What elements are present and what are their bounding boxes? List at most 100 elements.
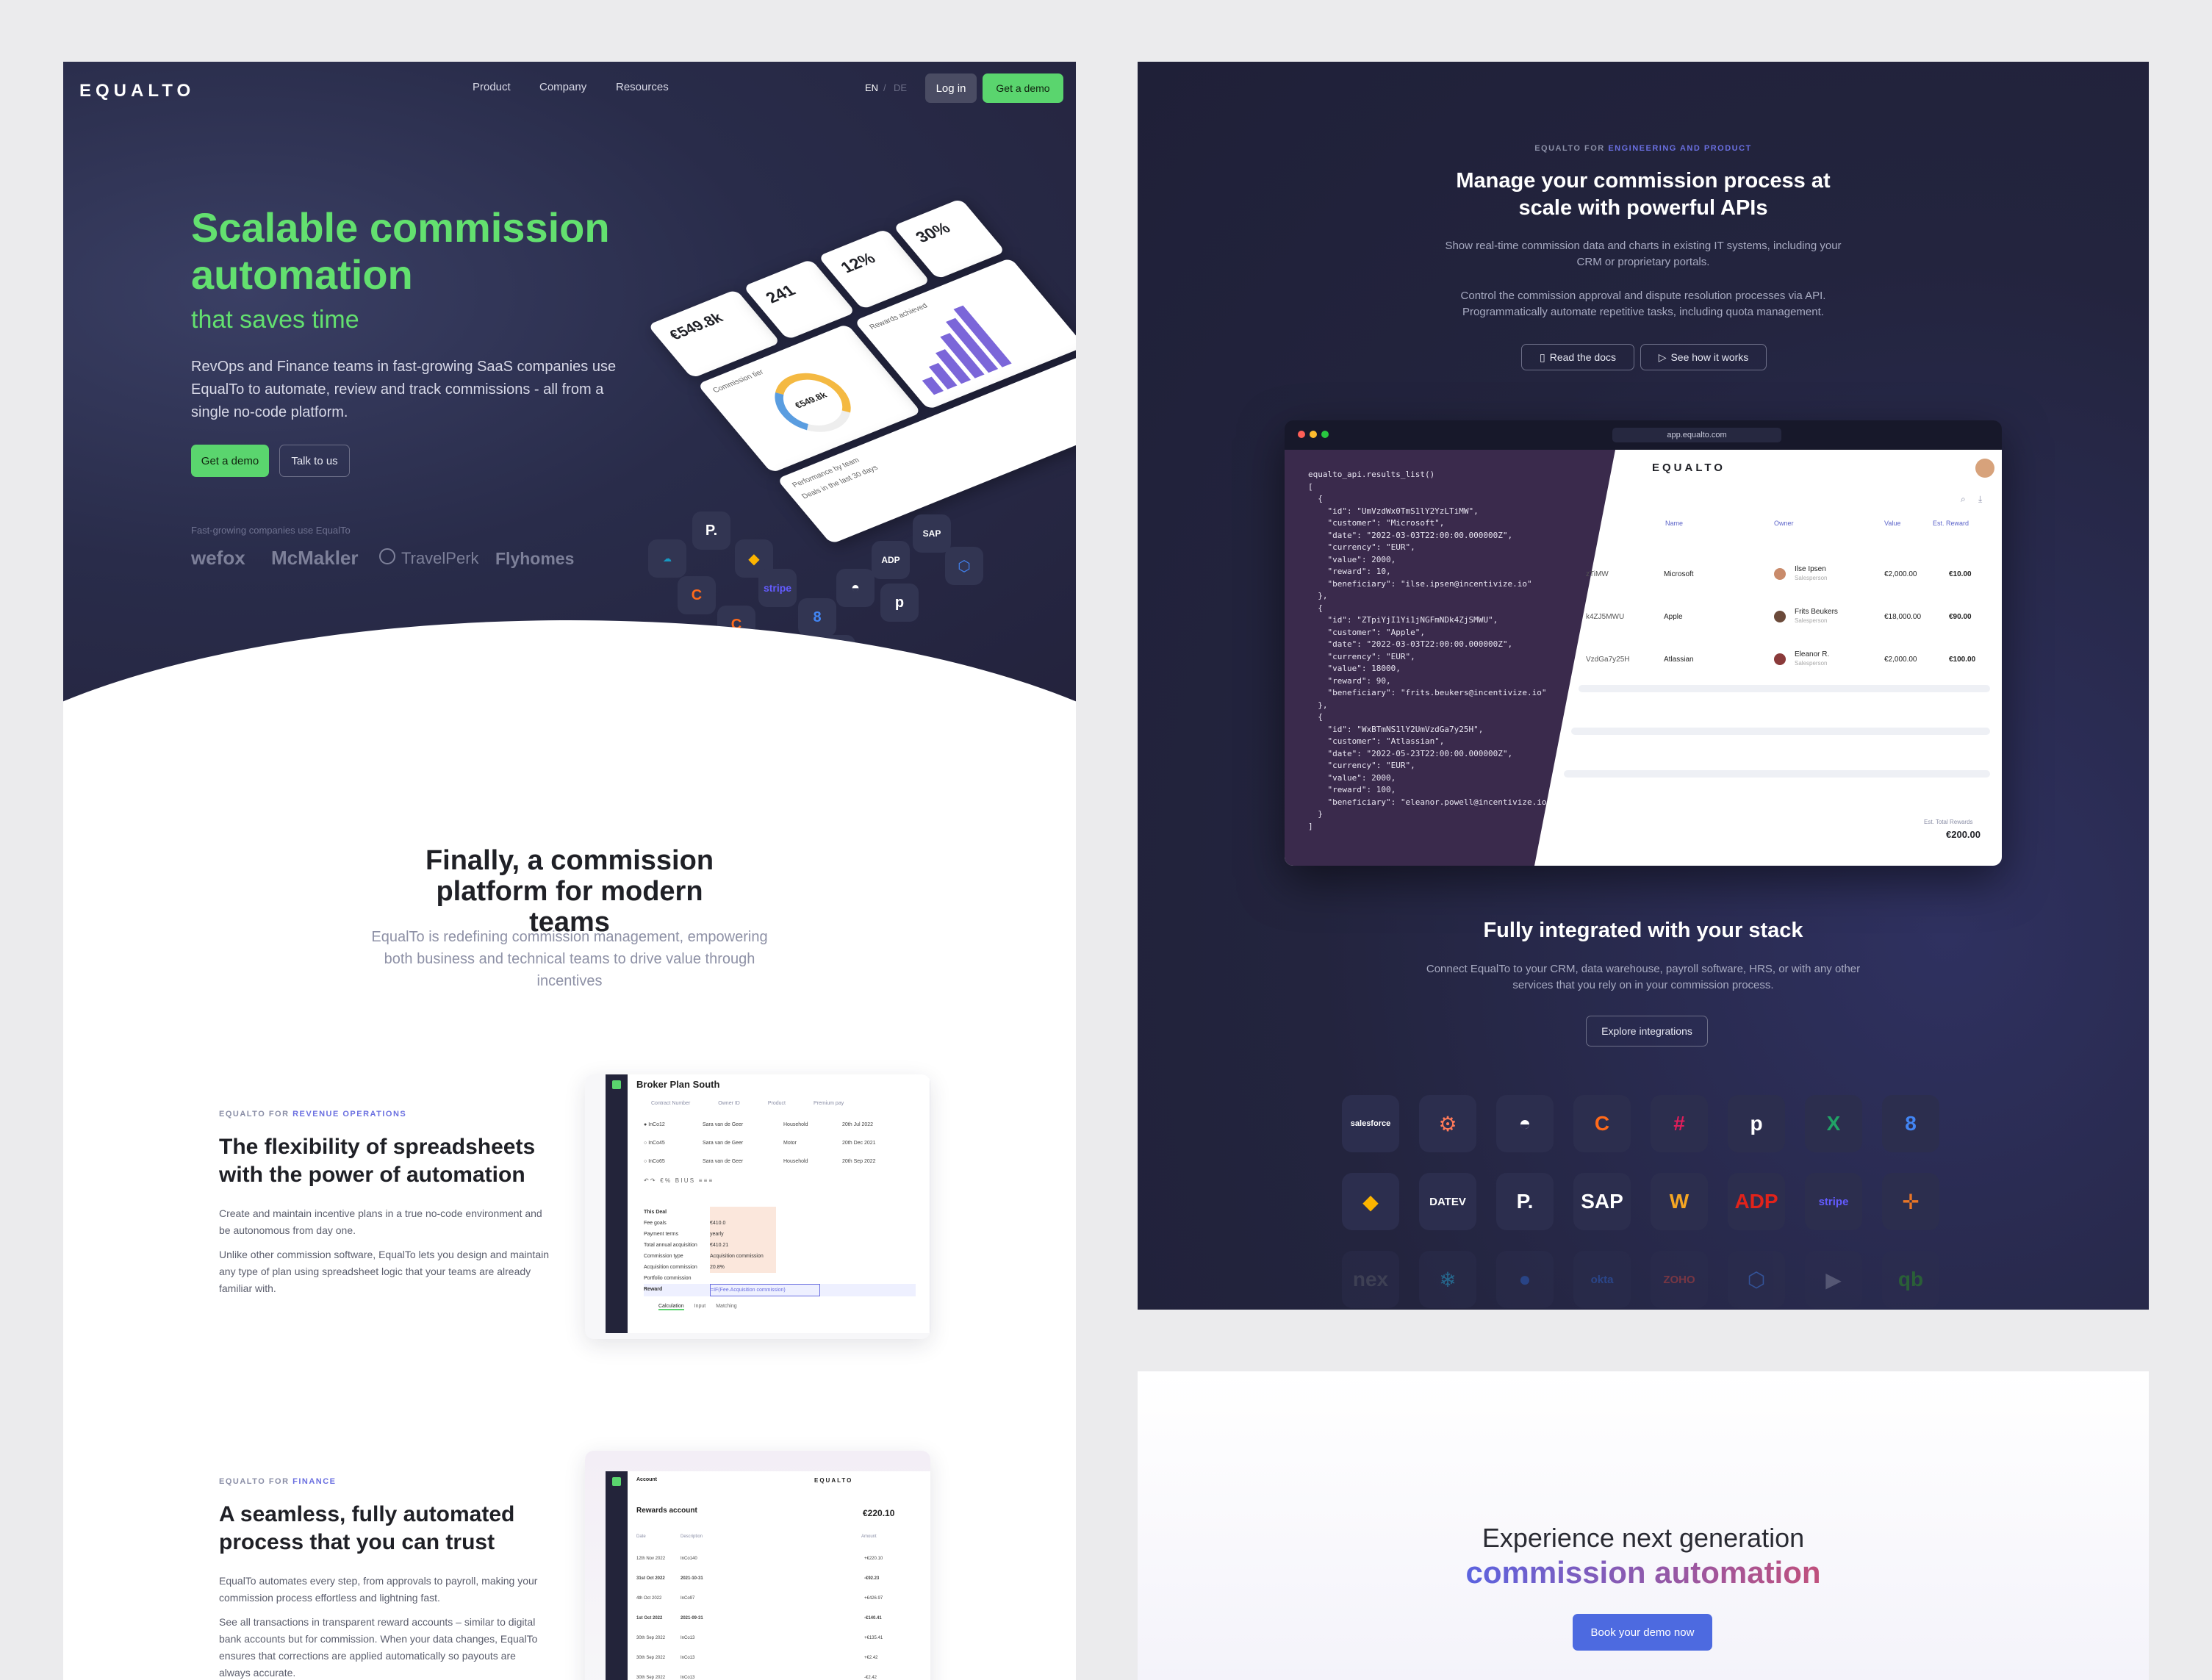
tableau-icon[interactable]: ✛ — [1882, 1173, 1939, 1230]
maximize-dot-icon[interactable] — [1321, 431, 1329, 438]
table-row[interactable]: k4ZJ5MWU Apple Frits Beukers Salesperson €18… — [1586, 595, 1997, 638]
integrations-text: Connect EqualTo to your CRM, data wareho… — [1426, 963, 1861, 991]
logo-flyhomes: Flyhomes — [495, 549, 575, 568]
api-text-1: Show real-time commission data and chart… — [1445, 240, 1842, 268]
plan-table-header: Contract Number Owner ID Product Premium pa… — [651, 1101, 844, 1106]
table-row[interactable]: 30th Sep 2022 InCo13 -€2.42 — [636, 1668, 894, 1680]
dynamics-icon[interactable]: ▶ — [1805, 1251, 1862, 1308]
nav-resources[interactable]: Resources — [616, 81, 669, 93]
slack-icon[interactable]: # — [1651, 1095, 1708, 1152]
logo-mcmakler: McMakler — [271, 547, 359, 569]
read-docs-button[interactable]: ▯ Read the docs — [1521, 344, 1634, 370]
adp-icon[interactable]: ADP — [1728, 1173, 1785, 1230]
chargebee-icon: C — [678, 576, 716, 614]
table-row[interactable]: ○ InCo45 Sara van de Geer Motor 20th Dec 20… — [644, 1134, 876, 1152]
browser-toolbar: app.equalto.com — [1285, 420, 2002, 450]
see-how-button[interactable]: ▷ See how it works — [1640, 344, 1767, 370]
rewards-header: Date Description Amount — [636, 1534, 877, 1539]
table-row[interactable]: 4th Oct 2022 InCo97 +€426.97 — [636, 1589, 894, 1609]
avatar — [1774, 611, 1786, 622]
tab-input[interactable]: Input — [694, 1304, 706, 1310]
stat-deals: 241 — [761, 281, 800, 306]
airtable-icon[interactable]: ◆ — [1342, 1173, 1399, 1230]
close-dot-icon[interactable] — [1298, 431, 1305, 438]
talk-to-us-button[interactable]: Talk to us — [279, 445, 350, 477]
cta-section: Experience next generation commission au… — [1138, 1371, 2149, 1680]
excel-icon[interactable]: X — [1805, 1095, 1862, 1152]
okta-icon[interactable]: okta — [1573, 1251, 1631, 1308]
minimize-dot-icon[interactable] — [1310, 431, 1317, 438]
table-row[interactable]: 1st Oct 2022 2021-09-31 -€140.41 — [636, 1609, 894, 1629]
travelperk-icon — [379, 548, 395, 564]
table-row[interactable]: VzdGa7y25H Atlassian Eleanor R. Salesperson… — [1586, 638, 1997, 681]
sheet-toolbar[interactable]: ↶ ↷ € % B I U S ≡ ≡ ≡ — [644, 1177, 923, 1188]
quickbooks-icon[interactable]: qb — [1882, 1251, 1939, 1308]
login-button[interactable]: Log in — [925, 73, 977, 103]
download-icon[interactable]: ⤓ — [1978, 494, 1982, 505]
salesforce-icon[interactable]: salesforce — [1342, 1095, 1399, 1152]
avatar — [1774, 568, 1786, 580]
hat-icon[interactable]: ◓ — [1496, 1095, 1554, 1152]
zoho-icon[interactable]: ● — [1496, 1251, 1554, 1308]
table-row[interactable]: zTiMW Microsoft Ilse Ipsen Salesperson €2,00… — [1586, 553, 1997, 595]
stripe-icon: stripe — [758, 569, 797, 607]
landing-page-left: EQUALTO Product Company Resources EN / D… — [63, 62, 1076, 1680]
gcp-icon[interactable]: ⬡ — [1728, 1251, 1785, 1308]
stripe-icon[interactable]: stripe — [1805, 1173, 1862, 1230]
netsuite-icon[interactable]: nex — [1342, 1251, 1399, 1308]
search-icon[interactable]: ⌕ — [1961, 494, 1966, 505]
lang-en[interactable]: EN — [865, 82, 878, 93]
nav-company[interactable]: Company — [539, 81, 586, 93]
signature-icon[interactable]: P. — [1496, 1173, 1554, 1230]
address-bar[interactable]: app.equalto.com — [1612, 428, 1781, 442]
looker-icon[interactable]: 8 — [1882, 1095, 1939, 1152]
api-integrations-section: EQUALTO FOR ENGINEERING AND PRODUCT Mana… — [1138, 62, 2149, 1310]
dashboard-mockup: €549.8k 241 12% 30% Commission tier €549… — [561, 94, 1076, 572]
explore-integrations-button[interactable]: Explore integrations — [1586, 1016, 1708, 1047]
total-label: Est. Total Rewards — [1924, 819, 1973, 825]
table-row[interactable]: 31st Oct 2022 2021-10-31 -€92.23 — [636, 1569, 894, 1589]
stat-quota: 30% — [911, 218, 955, 246]
table-row[interactable]: 12th Nov 2022 InCo140 +€220.10 — [636, 1549, 894, 1569]
adp-icon: ADP — [872, 541, 910, 579]
table-row[interactable]: 30th Sep 2022 InCo13 +€135.41 — [636, 1629, 894, 1648]
tab-calculation[interactable]: Calculation — [658, 1304, 684, 1310]
workday-icon[interactable]: W — [1651, 1173, 1708, 1230]
chargebee-icon[interactable]: C — [1573, 1095, 1631, 1152]
tab-matching[interactable]: Matching — [716, 1304, 736, 1310]
avatar[interactable] — [1975, 459, 1994, 478]
datev-icon[interactable]: DATEV — [1419, 1173, 1476, 1230]
revops-text-1: Create and maintain incentive plans in a… — [219, 1207, 542, 1236]
sheet-grid[interactable]: This Deal Fee goals €410.0 Payment terms y… — [644, 1207, 916, 1296]
salesforce-icon: ☁ — [648, 539, 686, 578]
browser-window: app.equalto.com equalto_api.results_list… — [1285, 420, 2002, 866]
snowflake-icon[interactable]: ❄ — [1419, 1251, 1476, 1308]
table-row[interactable]: ○ InCo65 Sara van de Geer Household 20th Se… — [644, 1152, 876, 1171]
avatar — [1774, 653, 1786, 665]
finance-title: A seamless, fully automated process that… — [219, 1502, 515, 1554]
get-demo-nav-button[interactable]: Get a demo — [983, 73, 1063, 103]
nav-product[interactable]: Product — [473, 81, 511, 93]
stat-growth: 12% — [836, 249, 880, 276]
sap-icon[interactable]: SAP — [1573, 1173, 1631, 1230]
finance-eyebrow: EQUALTO FOR FINANCE — [219, 1477, 337, 1486]
account-header: Account — [636, 1477, 657, 1482]
rewards-rows: 12th Nov 2022 InCo140 +€220.10 31st Oct 20… — [636, 1549, 894, 1680]
table-row[interactable]: ● InCo12 Sara van de Geer Household 20th Ju… — [644, 1116, 876, 1134]
finance-text-2: See all transactions in transparent rewa… — [219, 1616, 538, 1679]
revops-title: The flexibility of spreadsheets with the… — [219, 1135, 536, 1187]
hubspot-icon[interactable]: ⚙ — [1419, 1095, 1476, 1152]
equalto-logo[interactable]: EQUALTO — [79, 81, 195, 101]
sheet-tabs[interactable]: Calculation Input Matching — [658, 1304, 737, 1310]
table-row[interactable]: 30th Sep 2022 InCo13 +€2.42 — [636, 1648, 894, 1668]
plan-title: Broker Plan South — [636, 1079, 720, 1090]
book-demo-button[interactable]: Book your demo now — [1573, 1614, 1712, 1651]
sap-icon: SAP — [913, 514, 951, 553]
zoho-books-icon[interactable]: ZOHO — [1651, 1251, 1708, 1308]
app-logo: EQUALTO — [814, 1477, 853, 1484]
api-title: Manage your commission process at scale … — [1456, 169, 1831, 220]
hero-get-demo-button[interactable]: Get a demo — [191, 445, 269, 477]
hero-subtitle: that saves time — [191, 306, 359, 334]
lang-de[interactable]: DE — [894, 82, 907, 93]
pipedrive-icon[interactable]: p — [1728, 1095, 1785, 1152]
